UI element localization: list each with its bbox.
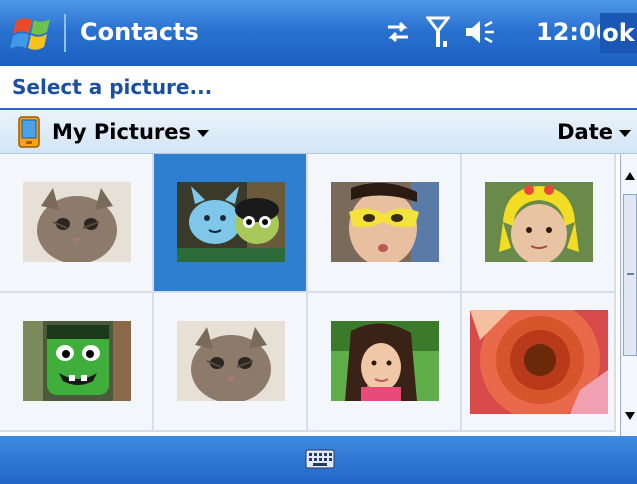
woman-portrait-thumbnail [331, 321, 439, 401]
folder-bar: My Pictures Date [0, 110, 637, 154]
kitten-thumbnail [23, 182, 131, 262]
kitten-thumbnail [177, 321, 285, 401]
vertical-scrollbar[interactable] [620, 154, 637, 436]
windows-start-flag-icon[interactable] [10, 13, 58, 53]
picture-cell-kitten-2[interactable] [154, 293, 308, 432]
folder-dropdown[interactable]: My Pictures [52, 120, 210, 144]
green-monster-toy-thumbnail [23, 321, 131, 401]
scroll-up-arrow-icon[interactable] [623, 156, 637, 190]
folder-dropdown-label: My Pictures [52, 120, 192, 144]
sync-icon[interactable] [384, 18, 412, 46]
picture-cell-green-monster[interactable] [0, 293, 154, 432]
sort-dropdown-label: Date [557, 120, 613, 144]
status-icons [384, 12, 498, 52]
yellow-mask-face-thumbnail [331, 182, 439, 262]
picture-grid [0, 154, 620, 436]
girl-yellow-hat-thumbnail [485, 182, 593, 262]
bottom-menu-bar [0, 436, 637, 484]
signal-antenna-icon[interactable] [426, 15, 450, 49]
picture-cell-kitten[interactable] [0, 154, 154, 293]
scroll-down-arrow-icon[interactable] [623, 400, 637, 434]
chevron-down-icon [197, 129, 210, 137]
prompt-header: Select a picture... [0, 66, 637, 110]
device-storage-icon [18, 116, 40, 148]
picture-cell-yellow-mask[interactable] [308, 154, 462, 293]
picture-cell-girl-yellow-hat[interactable] [462, 154, 616, 293]
picture-cell-woman-portrait[interactable] [308, 293, 462, 432]
app-title: Contacts [80, 18, 199, 46]
plush-toys-thumbnail [177, 182, 285, 262]
scrollbar-grip [627, 273, 634, 275]
title-bar: Contacts 12:00 ok [0, 0, 637, 66]
picture-cell-flower[interactable] [462, 293, 616, 432]
picture-cell-plush-toys[interactable] [154, 154, 308, 293]
flower-macro-thumbnail [470, 310, 608, 414]
sort-dropdown[interactable]: Date [557, 120, 631, 144]
scrollbar-thumb[interactable] [623, 194, 637, 356]
keyboard-icon[interactable] [305, 448, 335, 470]
speaker-volume-icon[interactable] [464, 18, 498, 46]
title-separator [64, 14, 66, 52]
page-title: Select a picture... [12, 75, 213, 99]
ok-button[interactable]: ok [600, 13, 637, 53]
chevron-down-icon [619, 129, 631, 137]
